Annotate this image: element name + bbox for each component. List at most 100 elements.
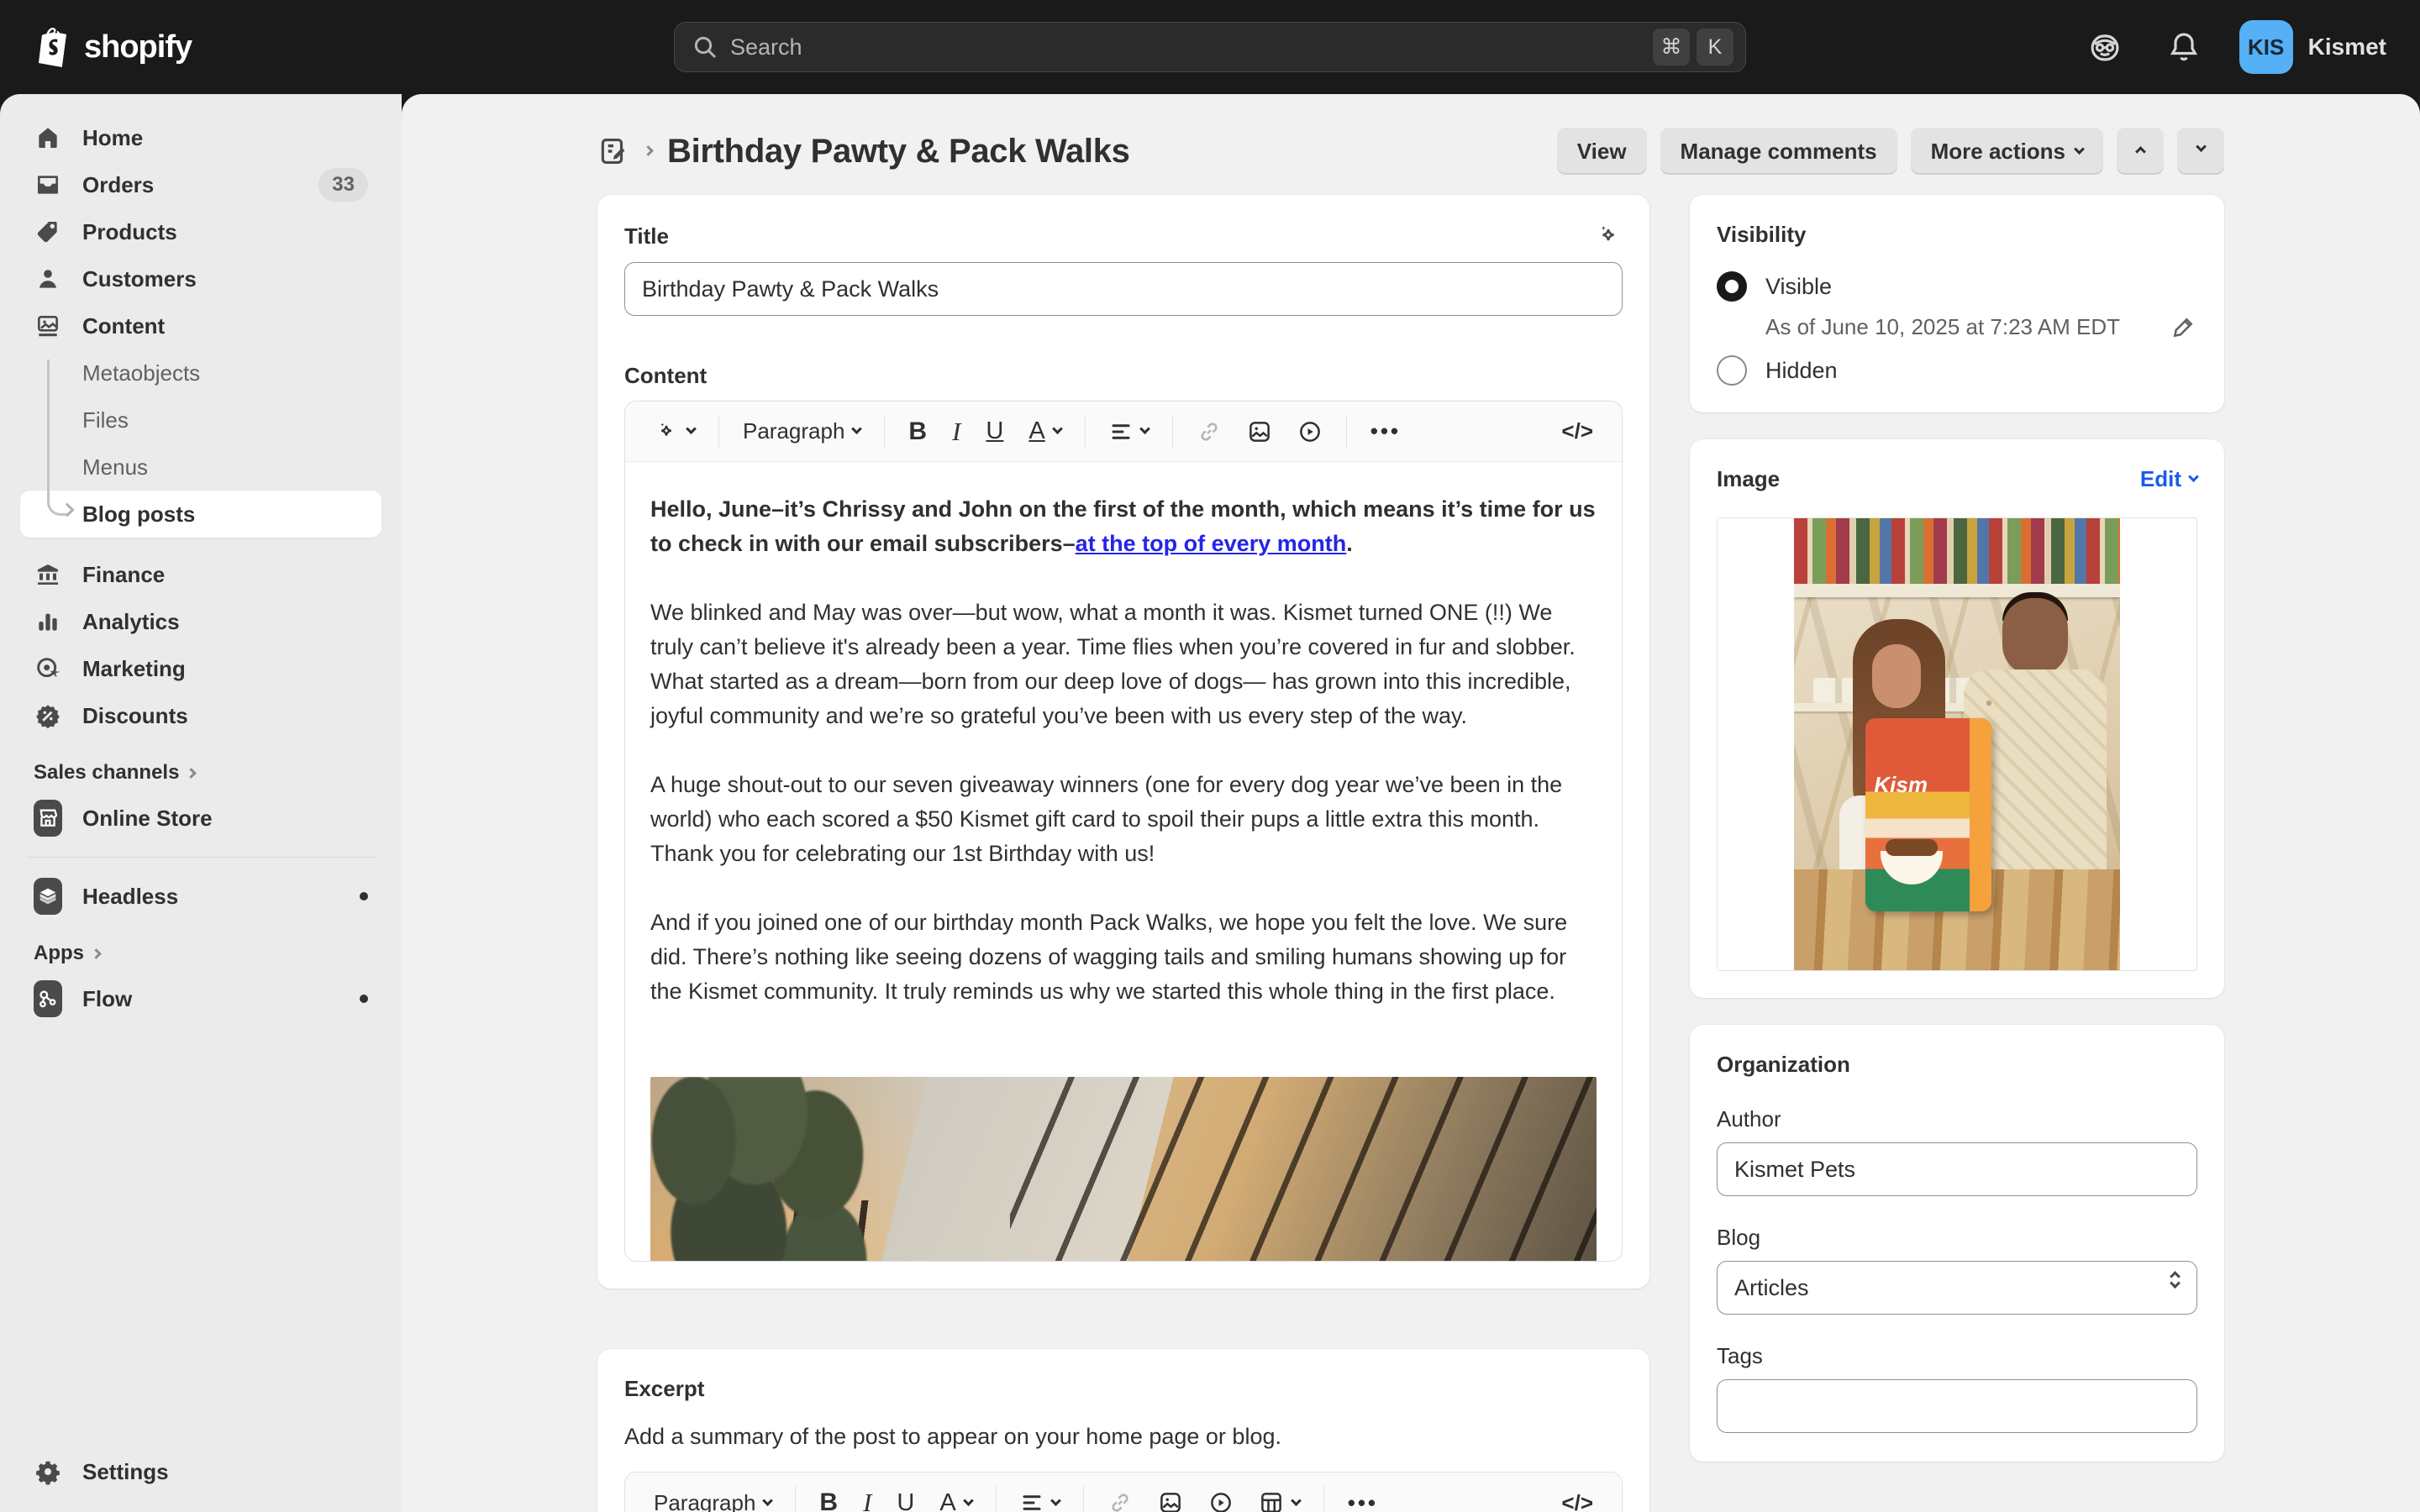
chevron-down-icon [852, 423, 863, 434]
alignment-dropdown[interactable] [1010, 1481, 1070, 1512]
blog-select[interactable]: Articles [1717, 1261, 2197, 1315]
sidebar-divider [27, 857, 375, 858]
excerpt-heading: Excerpt [624, 1376, 1623, 1402]
content-paragraph: We blinked and May was over—but wow, wha… [650, 596, 1597, 733]
sidebar-item-marketing[interactable]: Marketing [20, 645, 381, 692]
sidebar-item-orders[interactable]: Orders 33 [20, 161, 381, 208]
sidebar-item-flow[interactable]: Flow [20, 975, 381, 1022]
avatar: KIS [2239, 20, 2293, 74]
customers-icon [34, 265, 62, 292]
marketing-target-icon [34, 655, 62, 682]
code-view-button[interactable]: </> [1551, 410, 1603, 454]
view-button[interactable]: View [1557, 128, 1647, 175]
sidekick-assistant-icon[interactable] [2081, 24, 2128, 71]
text-color-dropdown[interactable]: A [929, 1481, 981, 1512]
more-actions-button[interactable]: More actions [1911, 128, 2103, 175]
content-paragraph: Hello, June–it’s Chrissy and John on the… [650, 492, 1597, 561]
global-search-input[interactable]: Search ⌘ K [674, 22, 1746, 72]
sidebar-item-online-store[interactable]: Online Store [20, 795, 381, 842]
more-formatting-button[interactable]: ••• [1338, 1481, 1388, 1512]
tags-label: Tags [1717, 1343, 2197, 1369]
visibility-visible-option[interactable]: Visible [1717, 271, 2197, 302]
organization-card: Organization Author Blog Articles [1690, 1025, 2224, 1462]
apps-header[interactable]: Apps [20, 920, 381, 975]
sidebar-item-content[interactable]: Content [20, 302, 381, 349]
underline-button[interactable]: U [886, 1481, 924, 1512]
excerpt-toolbar: Paragraph B I U A [625, 1473, 1622, 1512]
content-paragraph: And if you joined one of our birthday mo… [650, 906, 1597, 1009]
content-paragraph: A huge shout-out to our seven giveaway w… [650, 768, 1597, 871]
account-name: Kismet [2308, 34, 2386, 60]
featured-image-frame[interactable]: Kism [1717, 517, 2197, 971]
manage-comments-button[interactable]: Manage comments [1660, 128, 1897, 175]
sales-channels-header[interactable]: Sales channels [20, 739, 381, 795]
previous-post-button[interactable] [2117, 128, 2164, 175]
post-title-input[interactable] [624, 262, 1623, 316]
underline-button[interactable]: U [976, 410, 1013, 454]
analytics-bars-icon [34, 608, 62, 635]
title-label: Title [624, 223, 669, 249]
main-area: Birthday Pawty & Pack Walks View Manage … [402, 94, 2420, 1512]
featured-image-photo: Kism [1794, 518, 2120, 970]
chevron-down-icon [1050, 1495, 1061, 1506]
sidebar-item-finance[interactable]: Finance [20, 551, 381, 598]
shopify-bag-icon [35, 26, 72, 68]
chevron-down-icon [2196, 141, 2207, 152]
shopify-wordmark: shopify [84, 29, 192, 66]
italic-button[interactable]: I [942, 410, 971, 454]
insert-image-button[interactable] [1148, 1481, 1193, 1512]
insert-link-button[interactable] [1097, 1481, 1143, 1512]
flow-status-dot [360, 995, 368, 1003]
paragraph-style-dropdown[interactable]: Paragraph [644, 1481, 781, 1512]
featured-image-card: Image Edit [1690, 439, 2224, 998]
sidebar-item-customers[interactable]: Customers [20, 255, 381, 302]
edit-image-dropdown[interactable]: Edit [2140, 466, 2197, 492]
ai-sparkle-icon[interactable] [1594, 222, 1623, 250]
tags-input[interactable] [1717, 1379, 2197, 1433]
content-link[interactable]: at the top of every month [1076, 531, 1347, 556]
search-placeholder: Search [730, 34, 1646, 60]
bold-button[interactable]: B [809, 1481, 848, 1512]
more-formatting-button[interactable]: ••• [1360, 410, 1411, 454]
bold-button[interactable]: B [898, 410, 937, 454]
alignment-dropdown[interactable] [1099, 410, 1159, 454]
content-inline-photo[interactable] [650, 1077, 1597, 1261]
shopify-logo[interactable]: shopify [35, 26, 192, 68]
sidebar-item-settings[interactable]: Settings [20, 1448, 381, 1495]
insert-video-button[interactable] [1198, 1481, 1244, 1512]
kismet-bag-graphic: Kism [1865, 718, 1991, 911]
notifications-bell-icon[interactable] [2160, 24, 2207, 71]
sidebar-item-products[interactable]: Products [20, 208, 381, 255]
paragraph-style-dropdown[interactable]: Paragraph [733, 410, 871, 454]
excerpt-editor: Paragraph B I U A [624, 1472, 1623, 1512]
sidebar-item-home[interactable]: Home [20, 114, 381, 161]
visibility-hidden-option[interactable]: Hidden [1717, 355, 2197, 386]
excerpt-description: Add a summary of the post to appear on y… [624, 1424, 1623, 1450]
text-color-dropdown[interactable]: A [1018, 410, 1071, 454]
sidebar-item-blog-posts[interactable]: Blog posts [20, 491, 381, 538]
insert-table-dropdown[interactable] [1249, 1481, 1310, 1512]
insert-image-button[interactable] [1237, 410, 1282, 454]
ai-assist-dropdown[interactable] [644, 410, 705, 454]
code-view-button[interactable]: </> [1551, 1481, 1603, 1512]
blog-post-breadcrumb-icon[interactable] [597, 135, 629, 167]
search-icon [692, 34, 718, 60]
sidebar-item-files[interactable]: Files [20, 396, 381, 444]
author-input[interactable] [1717, 1142, 2197, 1196]
organization-heading: Organization [1717, 1052, 2197, 1078]
sidebar-item-metaobjects[interactable]: Metaobjects [20, 349, 381, 396]
sidebar-item-menus[interactable]: Menus [20, 444, 381, 491]
sidebar-item-headless[interactable]: Headless [20, 873, 381, 920]
breadcrumb-chevron-icon [644, 144, 652, 159]
italic-button[interactable]: I [853, 1481, 881, 1512]
insert-link-button[interactable] [1186, 410, 1232, 454]
account-menu[interactable]: KIS Kismet [2239, 20, 2386, 74]
edit-visibility-pencil-icon[interactable] [2170, 313, 2197, 340]
content-editor-body[interactable]: Hello, June–it’s Chrissy and John on the… [625, 462, 1622, 1261]
page-title: Birthday Pawty & Pack Walks [667, 133, 1130, 171]
sidebar-item-discounts[interactable]: Discounts [20, 692, 381, 739]
sidebar-item-analytics[interactable]: Analytics [20, 598, 381, 645]
insert-video-button[interactable] [1287, 410, 1333, 454]
kbd-k: K [1697, 29, 1733, 66]
next-post-button[interactable] [2177, 128, 2224, 175]
